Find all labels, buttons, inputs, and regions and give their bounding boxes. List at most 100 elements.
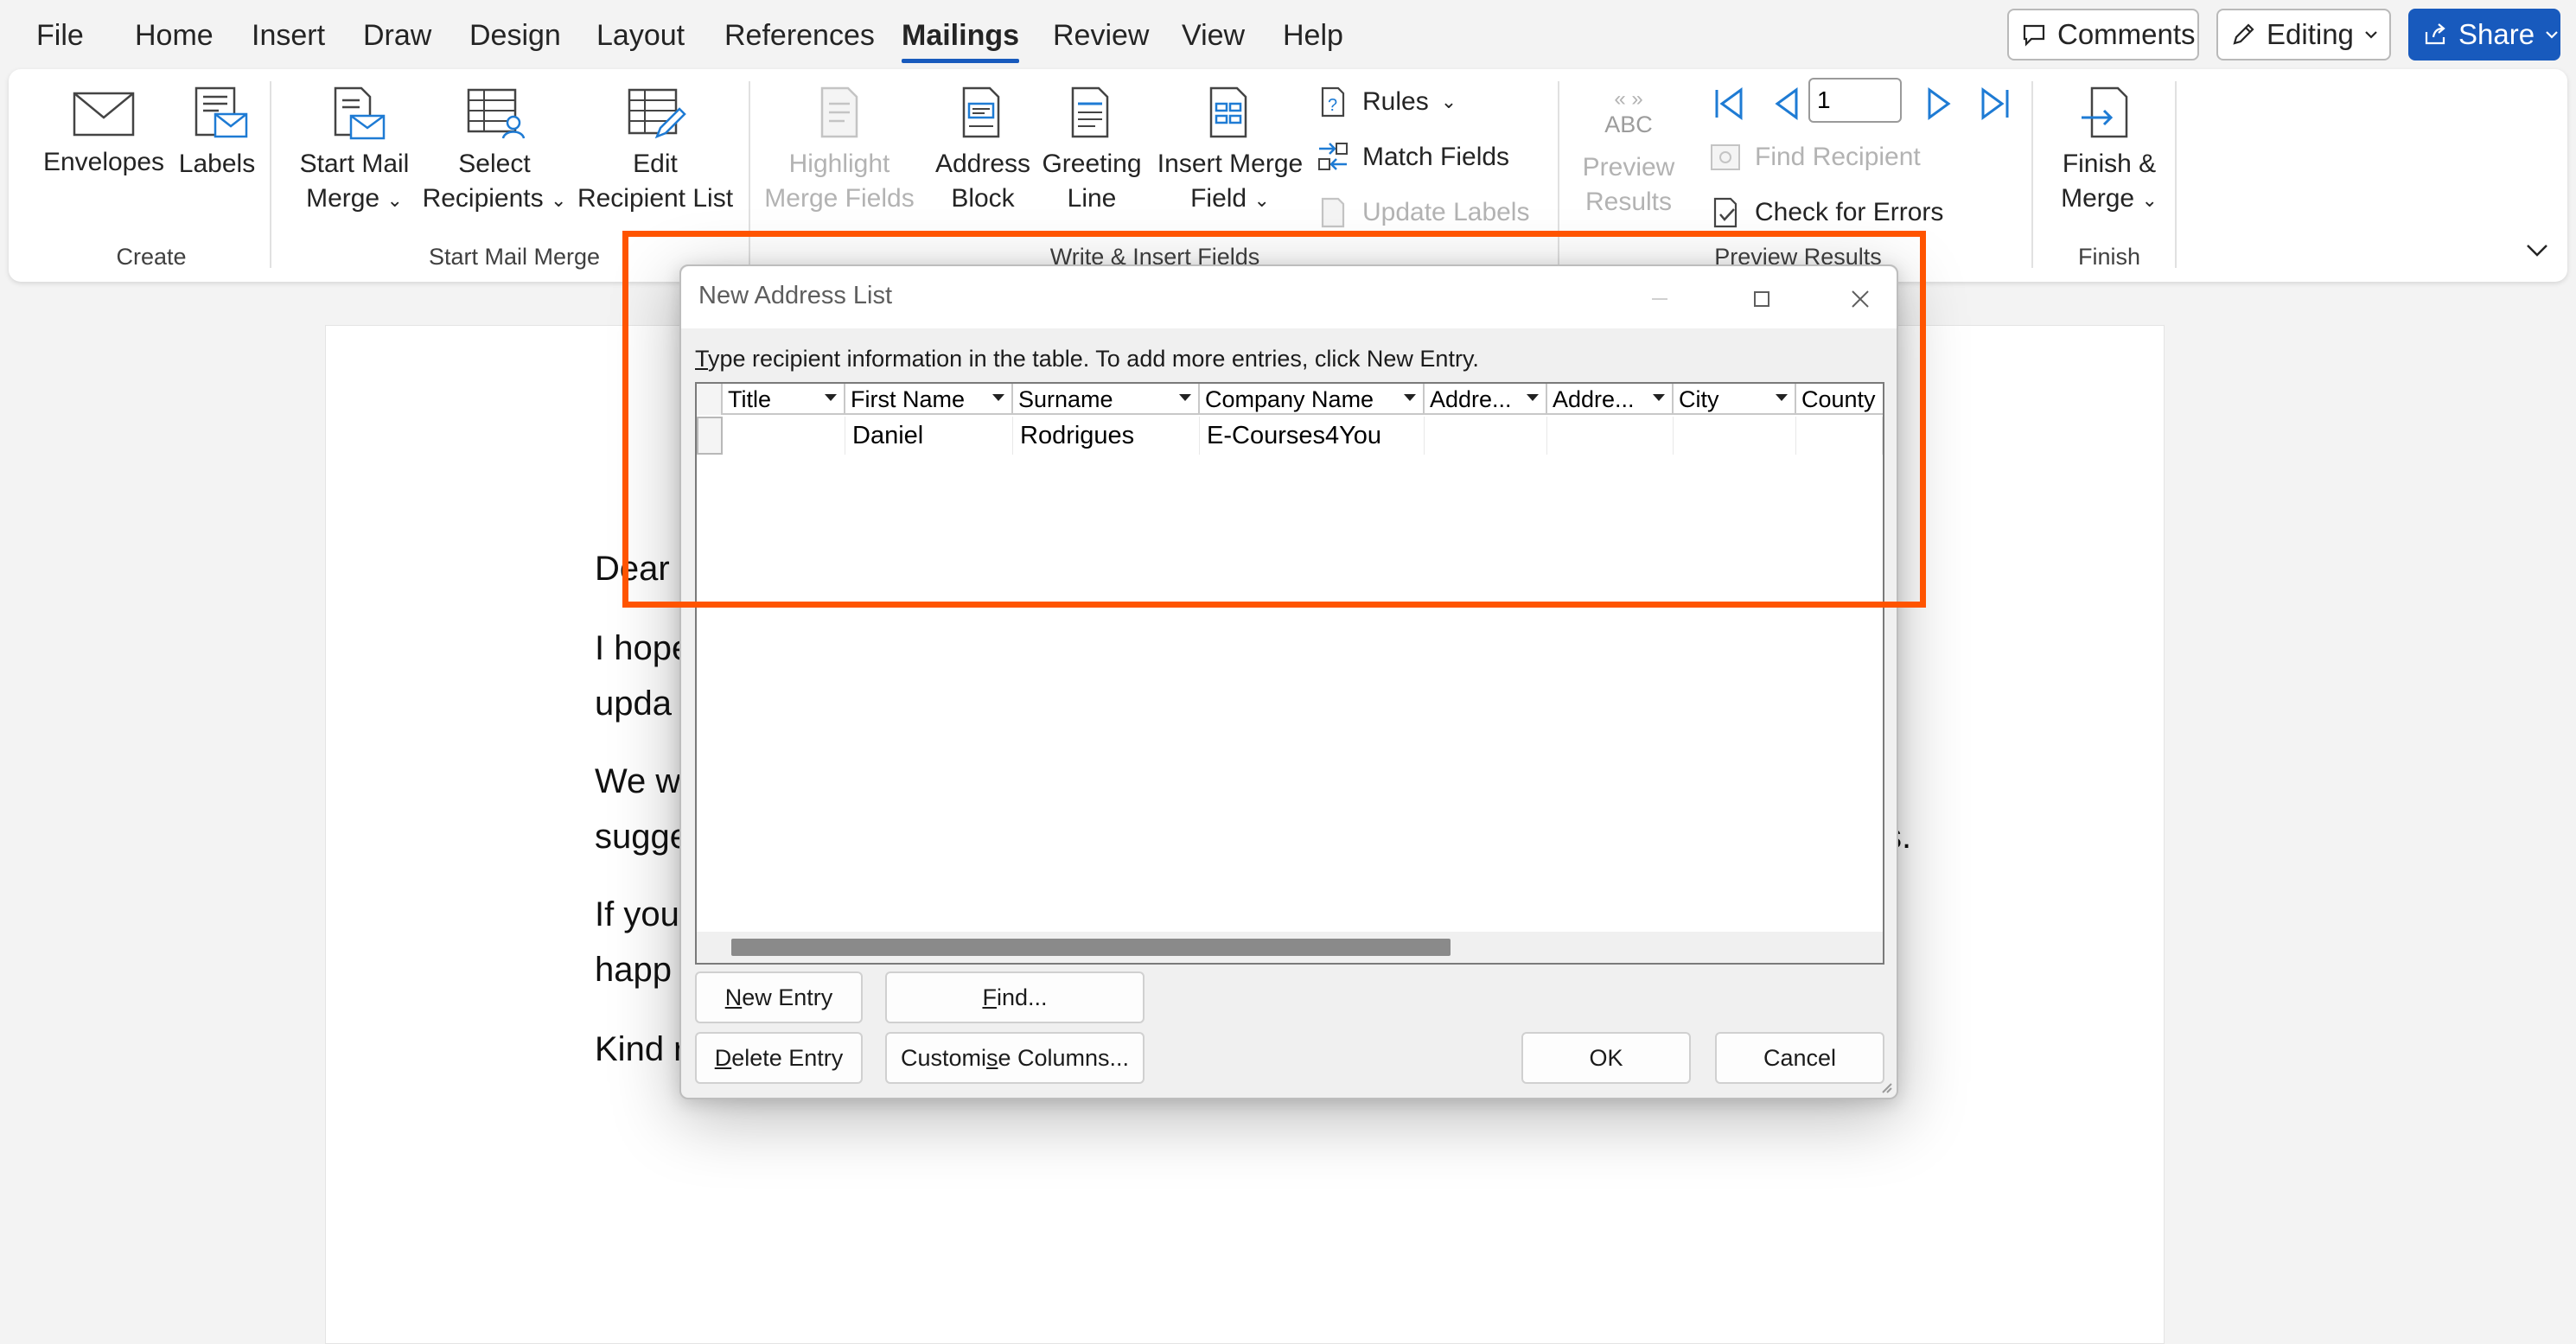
- insert-merge-label-2: Field: [1190, 184, 1247, 213]
- mnemonic: D: [714, 1044, 732, 1071]
- comments-label: Comments: [2057, 18, 2196, 50]
- find-recipient-label: Find Recipient: [1755, 143, 1921, 171]
- delete-entry-button[interactable]: Delete Entry: [695, 1032, 863, 1084]
- highlight-fields-icon: [820, 86, 858, 138]
- preview-label-2: Results: [1584, 188, 1673, 216]
- greeting-label-1: Greeting: [1042, 150, 1142, 178]
- recipients-icon: [467, 88, 526, 139]
- abc-label: ABC: [1604, 111, 1653, 137]
- first-record-icon[interactable]: [1710, 85, 1748, 123]
- pencil-icon: [2233, 23, 2254, 45]
- doc-text-line: upda: [595, 685, 672, 723]
- editing-label: Editing: [2267, 18, 2354, 50]
- highlight-annotation-box: [622, 231, 1926, 608]
- address-block-label-2: Block: [951, 184, 1015, 213]
- customise-columns-button[interactable]: Customi s e Columns...: [885, 1032, 1145, 1084]
- create-group-label: Create: [116, 244, 187, 270]
- next-record-icon[interactable]: [1919, 85, 1957, 123]
- tab-mailings[interactable]: Mailings: [902, 19, 1020, 63]
- ok-button[interactable]: OK: [1521, 1032, 1691, 1084]
- find-recipient-button[interactable]: Find Recipient: [1708, 140, 1921, 175]
- start-mail-merge-button[interactable]: Start Mail Merge ⌄: [285, 85, 424, 218]
- envelope-icon: [73, 92, 135, 137]
- tab-help[interactable]: Help: [1283, 19, 1343, 53]
- tab-references[interactable]: References: [724, 19, 875, 53]
- chevron-down-icon: ⌄: [1253, 189, 1270, 211]
- doc-text-line: Kind r: [595, 1030, 685, 1068]
- preview-results-button[interactable]: « » ABC Preview Results: [1570, 88, 1687, 220]
- check-errors-button[interactable]: Check for Errors: [1708, 195, 1943, 230]
- mnemonic: N: [724, 984, 743, 1010]
- edit-recipient-label-1: Edit: [633, 150, 678, 178]
- share-button[interactable]: Share: [2408, 9, 2560, 61]
- button-label: elete Entry: [731, 1044, 844, 1071]
- update-labels-button[interactable]: Update Labels: [1316, 195, 1529, 230]
- edit-list-icon: [628, 88, 686, 139]
- tab-home[interactable]: Home: [135, 19, 214, 53]
- comments-button[interactable]: Comments: [2007, 9, 2199, 61]
- button-label: Customi: [900, 1044, 986, 1071]
- chevron-down-icon: [2546, 31, 2558, 39]
- envelopes-button[interactable]: Envelopes: [35, 88, 173, 180]
- editing-mode-button[interactable]: Editing: [2216, 9, 2391, 61]
- tab-view[interactable]: View: [1182, 19, 1245, 53]
- collapse-ribbon-icon[interactable]: [2524, 242, 2550, 259]
- finish-merge-icon: [2082, 86, 2128, 138]
- address-block-icon: [962, 86, 1000, 138]
- doc-text-line: We w: [595, 762, 681, 800]
- preview-arrows-icon: « »: [1614, 87, 1643, 111]
- cancel-button[interactable]: Cancel: [1715, 1032, 1884, 1084]
- new-entry-button[interactable]: New Entry: [695, 971, 863, 1023]
- select-recipients-button[interactable]: Select Recipients ⌄: [417, 85, 572, 218]
- record-number-input[interactable]: [1808, 78, 1902, 123]
- finish-label-1: Finish &: [2062, 150, 2157, 178]
- address-block-button[interactable]: Address Block: [925, 85, 1041, 216]
- chevron-down-icon: ⌄: [2141, 189, 2158, 211]
- button-label: e Columns...: [998, 1044, 1130, 1071]
- tab-draw[interactable]: Draw: [363, 19, 431, 53]
- select-recipients-label-1: Select: [458, 150, 531, 178]
- comment-icon: [2023, 24, 2045, 47]
- scrollbar-thumb[interactable]: [731, 939, 1451, 956]
- tab-review[interactable]: Review: [1053, 19, 1149, 53]
- rules-label: Rules: [1362, 87, 1429, 116]
- mnemonic: F: [982, 984, 997, 1010]
- edit-recipient-list-button[interactable]: Edit Recipient List: [569, 85, 742, 216]
- doc-text-line: If you: [595, 895, 679, 933]
- doc-text-line: happ: [595, 951, 672, 989]
- tab-insert[interactable]: Insert: [252, 19, 325, 53]
- match-fields-button[interactable]: Match Fields: [1316, 140, 1509, 175]
- mail-merge-icon: [334, 86, 386, 140]
- greeting-line-button[interactable]: Greeting Line: [1034, 85, 1150, 216]
- tab-file[interactable]: File: [36, 19, 84, 53]
- address-block-label-1: Address: [934, 150, 1031, 178]
- select-recipients-label-2: Recipients: [422, 184, 544, 213]
- find-recipient-icon: [1711, 144, 1740, 170]
- previous-record-icon[interactable]: [1769, 85, 1807, 123]
- doc-text-line: I hope: [595, 629, 692, 667]
- doc-text-line: sugge: [595, 818, 689, 856]
- highlight-merge-fields-button[interactable]: Highlight Merge Fields: [757, 85, 921, 216]
- tab-layout[interactable]: Layout: [596, 19, 685, 53]
- find-button[interactable]: Find...: [885, 971, 1145, 1023]
- finish-group-label: Finish: [2077, 244, 2141, 270]
- highlight-label-2: Merge Fields: [764, 184, 915, 213]
- tab-design[interactable]: Design: [469, 19, 561, 53]
- chevron-down-icon: ⌄: [386, 189, 403, 211]
- button-label: ew Entry: [742, 984, 833, 1010]
- horizontal-scrollbar[interactable]: [697, 932, 1883, 963]
- rules-button[interactable]: ? Rules ⌄: [1316, 85, 1457, 119]
- match-fields-icon: [1318, 143, 1348, 170]
- update-labels-icon: [1321, 197, 1345, 228]
- resize-grip-icon[interactable]: [1878, 1079, 1893, 1094]
- finish-merge-button[interactable]: Finish & Merge ⌄: [2040, 85, 2178, 218]
- chevron-down-icon: [2365, 31, 2377, 39]
- insert-merge-label-1: Insert Merge: [1157, 150, 1304, 178]
- rules-icon: ?: [1321, 86, 1345, 118]
- insert-merge-field-button[interactable]: Insert Merge Field ⌄: [1148, 85, 1312, 218]
- check-errors-label: Check for Errors: [1755, 198, 1944, 226]
- chevron-down-icon: ⌄: [1440, 91, 1457, 112]
- group-divider: [2175, 81, 2177, 268]
- labels-button[interactable]: Labels: [169, 85, 265, 182]
- last-record-icon[interactable]: [1976, 85, 2014, 123]
